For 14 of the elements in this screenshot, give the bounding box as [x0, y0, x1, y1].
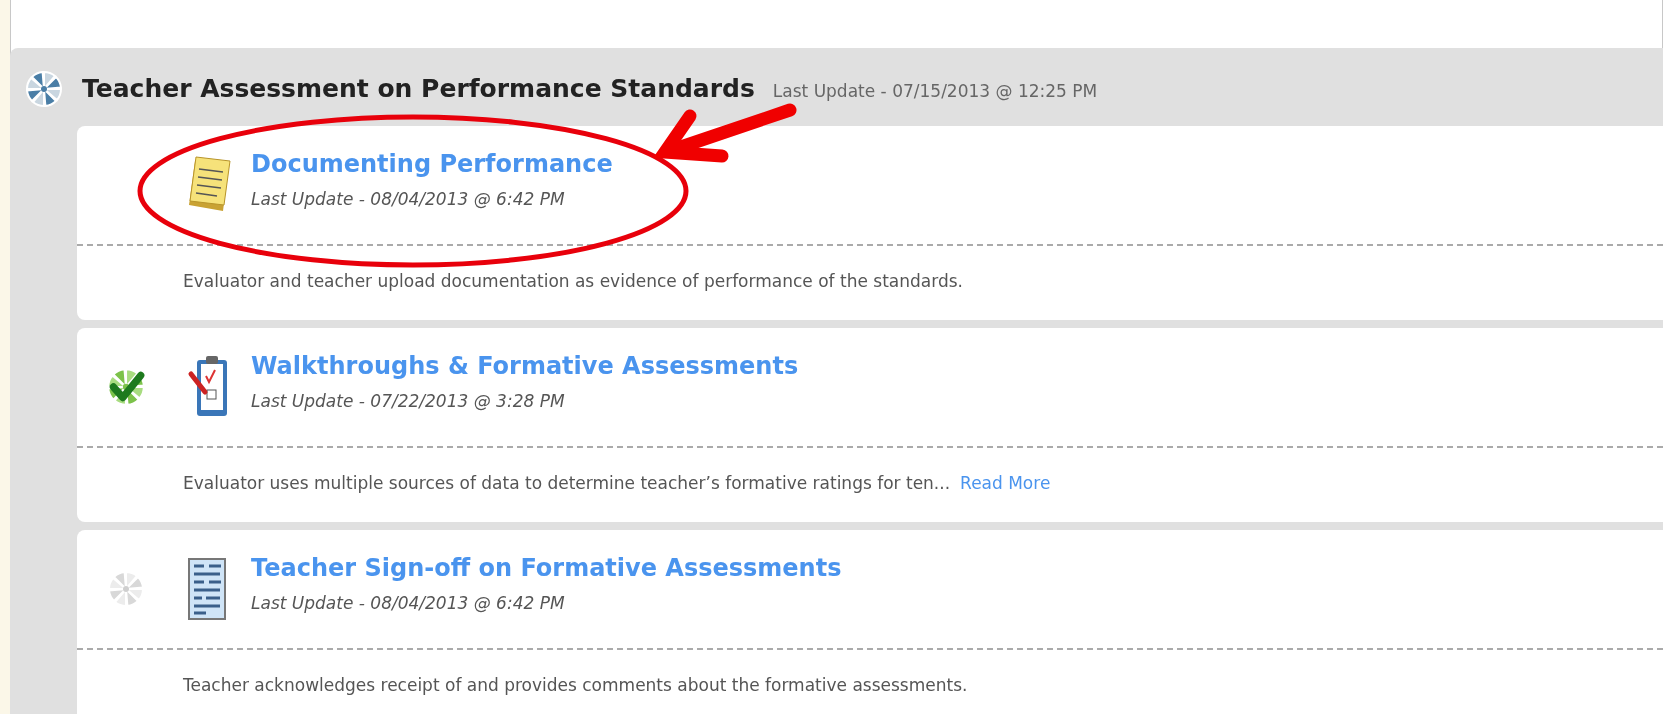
read-more-link[interactable]: Read More: [960, 471, 1051, 497]
activity-description: Evaluator uses multiple sources of data to determine teacher’s formative ratings for ten...: [183, 472, 951, 496]
pinwheel-icon: [24, 69, 64, 109]
last-update: Last Update - 08/04/2013 @ 6:42 PM: [251, 188, 566, 212]
last-update: Last Update - 08/04/2013 @ 6:42 PM: [251, 592, 566, 616]
last-update: Last Update - 07/22/2013 @ 3:28 PM: [251, 390, 566, 414]
activity-title-link[interactable]: Walkthroughs & Formative Assessments: [251, 351, 799, 382]
activity-title-link[interactable]: Documenting Performance: [251, 149, 613, 180]
activity-description: Teacher acknowledges receipt of and provides comments about the formative assessments.: [183, 674, 968, 698]
form-document-icon: [187, 557, 227, 621]
section-last-update: Last Update - 07/15/2013 @ 12:25 PM: [772, 80, 1098, 104]
activity-description: Evaluator and teacher upload documentation as evidence of performance of the standards.: [183, 270, 963, 294]
activity-title-link[interactable]: Teacher Sign-off on Formative Assessments: [251, 553, 842, 584]
section-title: Teacher Assessment on Performance Standards: [82, 73, 755, 106]
